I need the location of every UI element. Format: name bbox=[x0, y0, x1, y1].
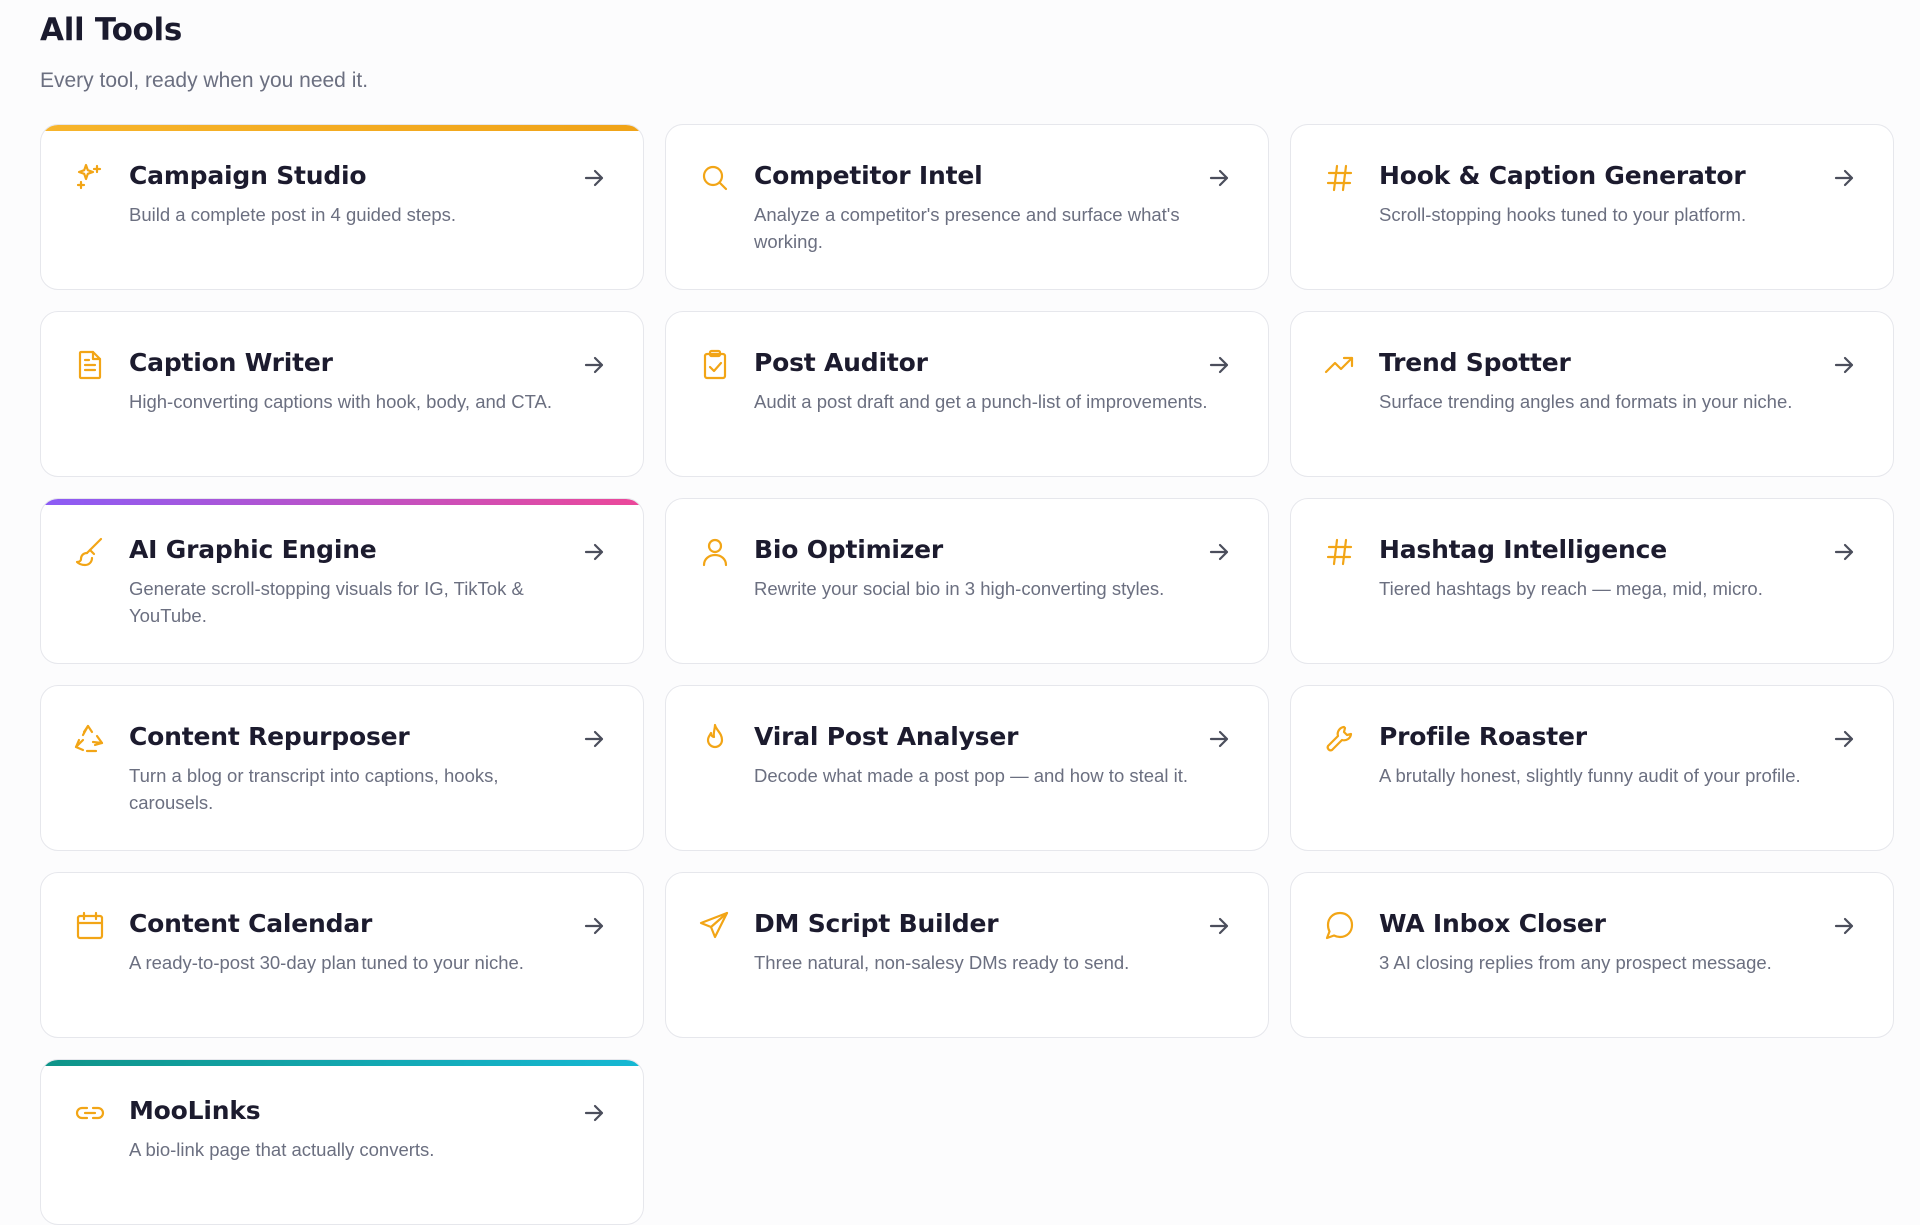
tool-description: Generate scroll-stopping visuals for IG,… bbox=[129, 578, 524, 626]
tool-card-wa-inbox-closer[interactable]: WA Inbox Closer 3 AI closing replies from… bbox=[1290, 872, 1894, 1038]
card-accent-bar bbox=[41, 499, 643, 505]
arrow-right-icon[interactable] bbox=[1831, 539, 1857, 565]
trending-up-icon bbox=[1323, 348, 1357, 382]
tool-card-trend-spotter[interactable]: Trend Spotter Surface trending angles and… bbox=[1290, 311, 1894, 477]
hashtag-icon bbox=[1323, 161, 1357, 195]
sparkles-icon bbox=[73, 161, 107, 195]
arrow-right-icon[interactable] bbox=[581, 165, 607, 191]
arrow-right-icon[interactable] bbox=[1831, 165, 1857, 191]
tool-name: Content Repurposer bbox=[129, 722, 410, 751]
page-title: All Tools bbox=[40, 12, 183, 48]
tool-card-hook-caption-generator[interactable]: Hook & Caption Generator Scroll-stopping … bbox=[1290, 124, 1894, 290]
arrow-right-icon[interactable] bbox=[1831, 913, 1857, 939]
tool-name: MooLinks bbox=[129, 1096, 261, 1125]
tool-card-content-repurposer[interactable]: Content Repurposer Turn a blog or transcr… bbox=[40, 685, 644, 851]
link-icon bbox=[73, 1096, 107, 1130]
tool-name: Caption Writer bbox=[129, 348, 333, 377]
card-accent-bar bbox=[41, 1060, 643, 1066]
arrow-right-icon[interactable] bbox=[1831, 726, 1857, 752]
arrow-right-icon[interactable] bbox=[1206, 913, 1232, 939]
flame-icon bbox=[698, 722, 732, 756]
tool-description: A ready-to-post 30-day plan tuned to you… bbox=[129, 952, 524, 973]
tool-description: High-converting captions with hook, body… bbox=[129, 391, 552, 412]
brush-icon bbox=[73, 535, 107, 569]
arrow-right-icon[interactable] bbox=[581, 539, 607, 565]
all-tools-page: All Tools Every tool, ready when you nee… bbox=[0, 0, 1920, 94]
tool-card-dm-script-builder[interactable]: DM Script Builder Three natural, non-sale… bbox=[665, 872, 1269, 1038]
arrow-right-icon[interactable] bbox=[581, 352, 607, 378]
tool-description: Build a complete post in 4 guided steps. bbox=[129, 204, 457, 225]
tool-name: Viral Post Analyser bbox=[754, 722, 1019, 751]
tool-name: Competitor Intel bbox=[754, 161, 983, 190]
tool-name: Trend Spotter bbox=[1379, 348, 1571, 377]
tool-description: Turn a blog or transcript into captions,… bbox=[129, 765, 499, 813]
tool-description: Surface trending angles and formats in y… bbox=[1379, 391, 1793, 412]
arrow-right-icon[interactable] bbox=[581, 1100, 607, 1126]
tool-card-viral-post-analyser[interactable]: Viral Post Analyser Decode what made a po… bbox=[665, 685, 1269, 851]
tool-description: A bio-link page that actually converts. bbox=[129, 1139, 435, 1160]
tool-card-post-auditor[interactable]: Post Auditor Audit a post draft and get a… bbox=[665, 311, 1269, 477]
hashtag-icon bbox=[1323, 535, 1357, 569]
tool-name: Campaign Studio bbox=[129, 161, 367, 190]
tool-description: Rewrite your social bio in 3 high-conver… bbox=[754, 578, 1165, 599]
tool-name: Content Calendar bbox=[129, 909, 373, 938]
tool-name: Hashtag Intelligence bbox=[1379, 535, 1668, 564]
tool-description: Scroll-stopping hooks tuned to your plat… bbox=[1379, 204, 1747, 225]
tools-grid: Campaign Studio Build a complete post in … bbox=[40, 124, 1894, 1225]
clipboard-check-icon bbox=[698, 348, 732, 382]
tool-description: Three natural, non-salesy DMs ready to s… bbox=[754, 952, 1130, 973]
tool-description: Tiered hashtags by reach — mega, mid, mi… bbox=[1379, 578, 1763, 599]
tool-name: Post Auditor bbox=[754, 348, 928, 377]
arrow-right-icon[interactable] bbox=[1206, 539, 1232, 565]
user-icon bbox=[698, 535, 732, 569]
arrow-right-icon[interactable] bbox=[1206, 165, 1232, 191]
recycle-icon bbox=[73, 722, 107, 756]
arrow-right-icon[interactable] bbox=[581, 913, 607, 939]
tool-card-content-calendar[interactable]: Content Calendar A ready-to-post 30-day p… bbox=[40, 872, 644, 1038]
chat-bubble-icon bbox=[1323, 909, 1357, 943]
tool-card-bio-optimizer[interactable]: Bio Optimizer Rewrite your social bio in … bbox=[665, 498, 1269, 664]
wrench-icon bbox=[1323, 722, 1357, 756]
calendar-icon bbox=[73, 909, 107, 943]
tool-card-competitor-intel[interactable]: Competitor Intel Analyze a competitor's p… bbox=[665, 124, 1269, 290]
arrow-right-icon[interactable] bbox=[1206, 352, 1232, 378]
page-subtitle: Every tool, ready when you need it. bbox=[40, 69, 369, 92]
tool-name: Profile Roaster bbox=[1379, 722, 1587, 751]
tool-name: WA Inbox Closer bbox=[1379, 909, 1606, 938]
tool-card-profile-roaster[interactable]: Profile Roaster A brutally honest, slight… bbox=[1290, 685, 1894, 851]
tool-card-ai-graphic-engine[interactable]: AI Graphic Engine Generate scroll-stoppin… bbox=[40, 498, 644, 664]
arrow-right-icon[interactable] bbox=[1831, 352, 1857, 378]
tool-description: Analyze a competitor's presence and surf… bbox=[754, 204, 1180, 252]
tool-description: A brutally honest, slightly funny audit … bbox=[1379, 765, 1801, 786]
tool-name: Bio Optimizer bbox=[754, 535, 944, 564]
document-icon bbox=[73, 348, 107, 382]
send-icon bbox=[698, 909, 732, 943]
tool-description: Decode what made a post pop — and how to… bbox=[754, 765, 1188, 786]
search-icon bbox=[698, 161, 732, 195]
arrow-right-icon[interactable] bbox=[581, 726, 607, 752]
tool-card-caption-writer[interactable]: Caption Writer High-converting captions w… bbox=[40, 311, 644, 477]
tool-name: AI Graphic Engine bbox=[129, 535, 377, 564]
tool-description: 3 AI closing replies from any prospect m… bbox=[1379, 952, 1772, 973]
tool-name: Hook & Caption Generator bbox=[1379, 161, 1746, 190]
tool-card-campaign-studio[interactable]: Campaign Studio Build a complete post in … bbox=[40, 124, 644, 290]
tool-card-hashtag-intelligence[interactable]: Hashtag Intelligence Tiered hashtags by r… bbox=[1290, 498, 1894, 664]
tool-description: Audit a post draft and get a punch-list … bbox=[754, 391, 1208, 412]
arrow-right-icon[interactable] bbox=[1206, 726, 1232, 752]
card-accent-bar bbox=[41, 125, 643, 131]
tool-name: DM Script Builder bbox=[754, 909, 999, 938]
tool-card-moolinks[interactable]: MooLinks A bio-link page that actually co… bbox=[40, 1059, 644, 1225]
